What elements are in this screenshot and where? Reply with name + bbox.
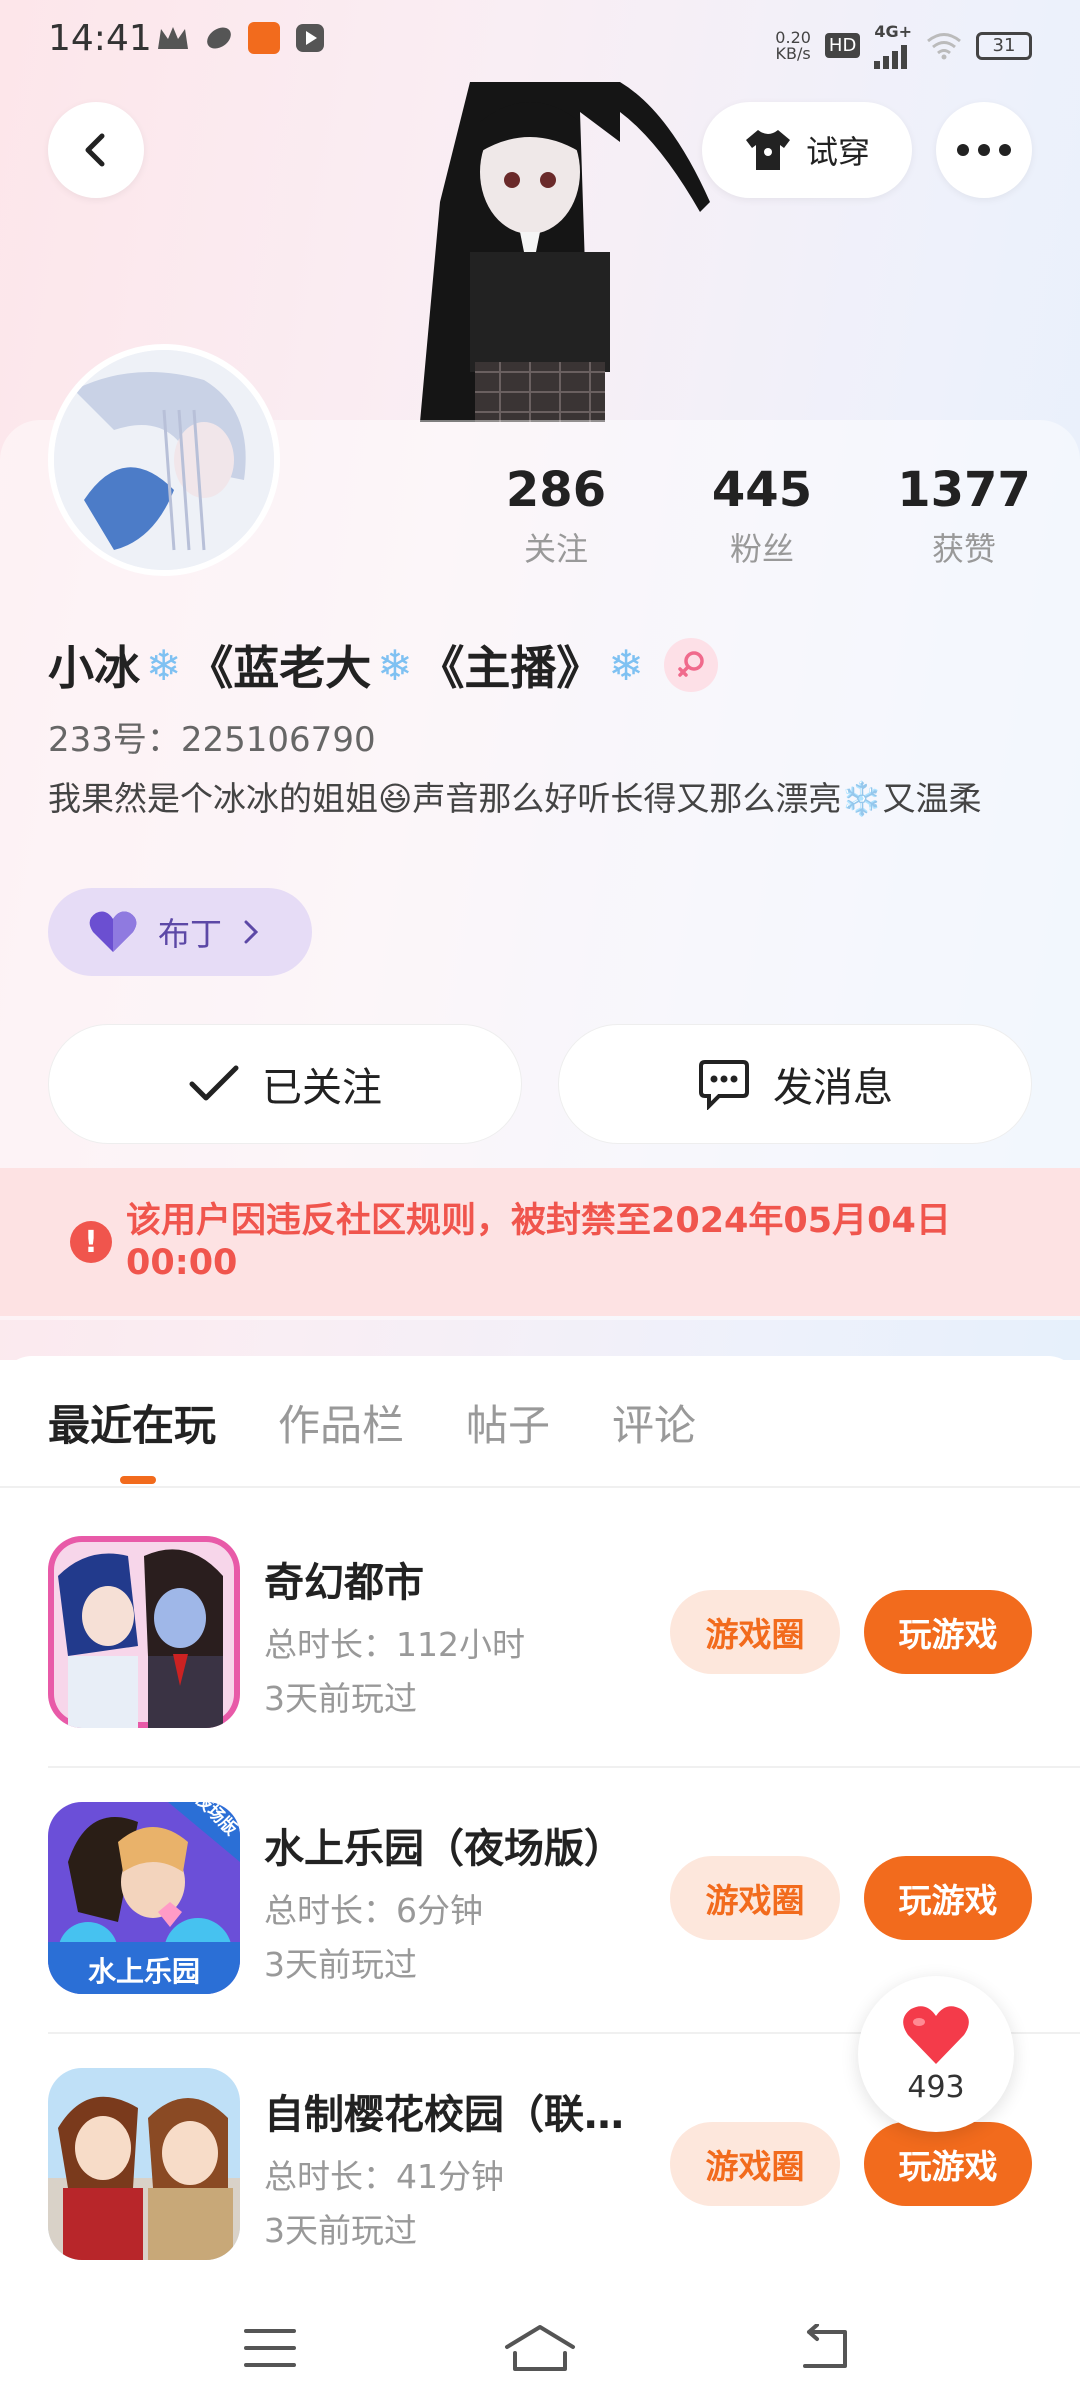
play-game-button[interactable]: 玩游戏 — [864, 2122, 1032, 2206]
nickname-part-1: 小冰 — [48, 641, 140, 695]
chevron-right-icon — [244, 920, 259, 944]
followed-button[interactable]: 已关注 — [48, 1024, 522, 1144]
game-last-played: 3天前玩过 — [264, 2211, 417, 2250]
heart-icon — [89, 911, 137, 952]
female-gender-icon — [663, 638, 718, 692]
heart-icon — [903, 2005, 969, 2064]
tryon-button[interactable]: 试穿 — [702, 102, 912, 198]
game-icon-title: 水上乐园 — [87, 1955, 200, 1988]
menu-icon — [244, 2329, 296, 2367]
snowflake-icon: ❄ — [146, 640, 182, 690]
likes-stat[interactable]: 1377 获赞 — [884, 462, 1044, 570]
pudding-label: 布丁 — [158, 915, 223, 953]
more-button[interactable] — [936, 102, 1032, 198]
game-title[interactable]: 自制樱花校园（联… — [264, 2082, 624, 2140]
back-arrow-icon — [803, 2324, 847, 2368]
ban-notice: ! 该用户因违反社区规则，被封禁至2024年05月04日 00:00 — [0, 1168, 1080, 1316]
chevron-left-icon — [85, 133, 105, 167]
row-divider — [48, 1766, 1080, 1768]
tshirt-icon — [745, 130, 790, 170]
game-duration: 总时长：112小时 — [264, 1625, 525, 1664]
profile-character-image — [420, 82, 710, 422]
following-stat[interactable]: 286 关注 — [476, 462, 636, 570]
home-icon — [505, 2325, 575, 2371]
pudding-button[interactable]: 布丁 — [48, 888, 312, 976]
wifi-icon — [927, 32, 961, 59]
warning-icon: ! — [70, 1221, 112, 1263]
followed-label: 已关注 — [262, 1065, 382, 1111]
nav-home-button[interactable] — [500, 2318, 580, 2378]
game-title[interactable]: 奇幻都市 — [264, 1550, 424, 1608]
status-bar: 14:41 0.20 KB/s HD 4G+ 31 — [0, 0, 1080, 84]
tabs-divider — [0, 1486, 1080, 1488]
snowflake-icon: ❄ — [377, 640, 413, 690]
battery-icon: 31 — [976, 31, 1032, 60]
message-bubble-icon — [699, 1060, 749, 1110]
video-app-icon — [296, 24, 324, 52]
tab-works[interactable]: 作品栏 — [278, 1392, 404, 1453]
play-game-button[interactable]: 玩游戏 — [864, 1856, 1032, 1940]
play-game-button[interactable]: 玩游戏 — [864, 1590, 1032, 1674]
app-notification-icon — [248, 22, 280, 54]
game-circle-button[interactable]: 游戏圈 — [670, 1590, 840, 1674]
system-navigation-bar — [0, 2288, 1080, 2408]
back-button[interactable] — [48, 102, 144, 198]
status-time: 14:41 — [48, 18, 152, 59]
following-label: 关注 — [523, 530, 588, 568]
following-count: 286 — [505, 462, 607, 518]
tab-recently-played[interactable]: 最近在玩 — [48, 1392, 216, 1453]
active-tab-indicator — [120, 1476, 156, 1484]
followers-count: 445 — [711, 462, 813, 518]
send-message-button[interactable]: 发消息 — [558, 1024, 1032, 1144]
profile-tabs: 最近在玩 作品栏 帖子 评论 — [48, 1392, 696, 1453]
game-circle-button[interactable]: 游戏圈 — [670, 2122, 840, 2206]
leaf-app-icon — [207, 27, 231, 49]
status-system-icons: 0.20 KB/s HD 4G+ 31 — [775, 22, 1032, 69]
tab-posts[interactable]: 帖子 — [466, 1392, 550, 1453]
status-notification-icons — [156, 22, 326, 54]
more-dots-icon — [957, 144, 1011, 156]
game-icon[interactable] — [48, 2068, 240, 2260]
check-icon — [189, 1065, 239, 1101]
nav-back-button[interactable] — [784, 2318, 864, 2378]
followers-stat[interactable]: 445 粉丝 — [682, 462, 842, 570]
avatar[interactable] — [48, 344, 280, 576]
likes-count: 1377 — [897, 462, 1031, 518]
game-circle-button[interactable]: 游戏圈 — [670, 1856, 840, 1940]
game-title[interactable]: 水上乐园（夜场版） — [264, 1816, 624, 1874]
hd-badge: HD — [824, 33, 861, 58]
game-duration: 总时长：6分钟 — [264, 1891, 483, 1930]
game-last-played: 3天前玩过 — [264, 1679, 417, 1718]
game-last-played: 3天前玩过 — [264, 1945, 417, 1984]
avatar-image — [54, 350, 274, 570]
game-icon[interactable]: 夜场版 水上乐园 — [48, 1802, 240, 1994]
likes-label: 获赞 — [931, 530, 996, 568]
nav-menu-button[interactable] — [230, 2318, 310, 2378]
nickname-part-2: 《蓝老大 — [187, 641, 372, 695]
nickname: 小冰 ❄ 《蓝老大 ❄ 《主播》 ❄ — [48, 632, 718, 698]
crown-icon — [158, 27, 188, 49]
net-speed: 0.20 KB/s — [775, 27, 811, 63]
user-bio: 我果然是个冰冰的姐姐😆声音那么好听长得又那么漂亮❄️又温柔 — [48, 779, 982, 818]
game-icon[interactable] — [48, 1536, 240, 1728]
followers-label: 粉丝 — [729, 530, 794, 568]
send-message-label: 发消息 — [773, 1065, 893, 1111]
user-id: 233号：225106790 — [48, 720, 376, 760]
like-float-button[interactable]: 493 — [858, 1976, 1014, 2132]
signal-icon: 4G+ — [874, 22, 912, 69]
tab-comments[interactable]: 评论 — [612, 1392, 696, 1453]
snowflake-icon: ❄ — [608, 640, 644, 690]
game-duration: 总时长：41分钟 — [264, 2157, 504, 2196]
game-row[interactable]: 奇幻都市 总时长：112小时 3天前玩过 游戏圈 玩游戏 — [0, 1536, 1080, 1802]
nickname-part-3: 《主播》 — [418, 641, 603, 695]
ban-notice-text: 该用户因违反社区规则，被封禁至2024年05月04日 00:00 — [126, 1201, 951, 1283]
like-count: 493 — [907, 2069, 965, 2105]
tryon-label: 试穿 — [805, 133, 870, 171]
